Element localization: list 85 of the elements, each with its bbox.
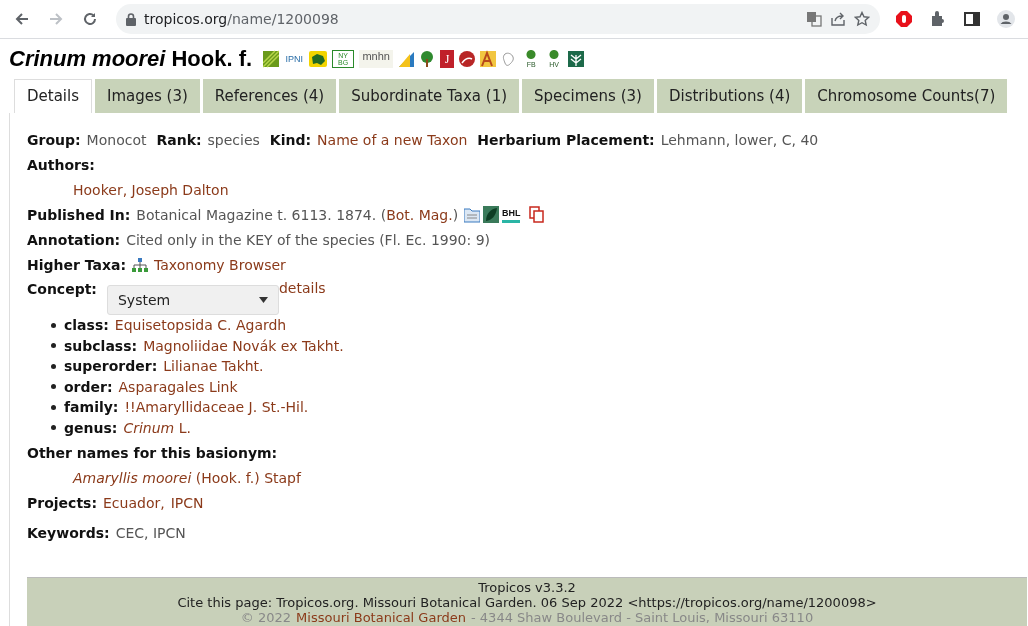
- link[interactable]: Magnoliidae Novák ex Takht.: [143, 337, 344, 354]
- star-icon[interactable]: [854, 11, 870, 27]
- tab[interactable]: References (4): [202, 79, 337, 113]
- field-label: Higher Taxa:: [27, 256, 127, 273]
- copyright-text: - 4344 Shaw Boulevard - Saint Louis, Missouri 63110: [471, 610, 814, 625]
- field-label: superorder:: [64, 358, 158, 375]
- source-logo-icon[interactable]: [459, 50, 476, 68]
- field-label: Group:: [27, 131, 81, 148]
- source-logo-icon[interactable]: [263, 50, 280, 68]
- section-heading: Authors:: [27, 156, 95, 173]
- translate-icon[interactable]: [806, 11, 822, 27]
- link[interactable]: Taxonomy Browser: [154, 256, 286, 273]
- bullet: [51, 425, 56, 431]
- field-value: species: [207, 131, 260, 148]
- field-label: class:: [64, 317, 109, 334]
- field-value: Lehmann, lower, C, 40: [660, 131, 819, 148]
- source-logo-icon[interactable]: [480, 50, 497, 68]
- side-panel-icon[interactable]: [963, 10, 981, 28]
- value-text: Botanical Magazine t. 6113. 1874. (Bot. Mag.): [136, 206, 459, 223]
- link[interactable]: Equisetopsida C. Agardh: [114, 317, 287, 334]
- link[interactable]: Crinum L.: [123, 419, 191, 436]
- hierarchy-icon: [132, 257, 149, 272]
- reload-icon[interactable]: [82, 11, 98, 27]
- link[interactable]: Missouri Botanical Garden: [296, 610, 466, 625]
- tab[interactable]: Details: [14, 79, 92, 113]
- field-label: Herbarium Placement:: [477, 131, 655, 148]
- link[interactable]: Bot. Mag.: [386, 206, 453, 223]
- field-value: Cited only in the KEY of the species (Fl. Ec. 1990: 9): [126, 231, 491, 248]
- share-icon[interactable]: [830, 11, 846, 27]
- bullet: [51, 363, 56, 369]
- field-label: Projects:: [27, 494, 97, 511]
- field-label: subclass:: [64, 337, 138, 354]
- field-label: order:: [64, 378, 113, 395]
- stop-sign-icon[interactable]: [895, 10, 913, 28]
- link[interactable]: Amaryllis moorei (Hook. f.) Stapf: [27, 469, 301, 486]
- field-label: family:: [64, 399, 119, 416]
- address-bar[interactable]: tropicos.org/name/1200098: [116, 4, 880, 34]
- link[interactable]: Asparagales Link: [118, 378, 238, 395]
- leaf-icon[interactable]: [483, 206, 500, 223]
- link[interactable]: Lilianae Takht.: [163, 358, 264, 375]
- field-label: Annotation:: [27, 231, 121, 248]
- tab[interactable]: Subordinate Taxa (1): [339, 79, 520, 113]
- field-label: Concept:: [27, 281, 97, 297]
- citation-text: Cite this page: Tropicos.org. Missouri Botanical Garden. 06 Sep 2022 <https://tropicos.org/name/1200098>: [177, 595, 877, 610]
- field-value: CEC, IPCN: [115, 524, 186, 541]
- url-text: tropicos.org/name/1200098: [144, 11, 339, 27]
- lock-icon: [126, 12, 136, 26]
- field-label: Kind:: [269, 131, 312, 148]
- extensions-icon[interactable]: [929, 10, 947, 28]
- bhl-logo[interactable]: BHL: [502, 206, 521, 223]
- tab[interactable]: Specimens (3): [522, 79, 654, 113]
- tab[interactable]: Chromosome Counts(7): [805, 79, 1008, 113]
- tab[interactable]: Images (3): [95, 79, 200, 113]
- field-label: Published In:: [27, 206, 131, 223]
- section-heading: Other names for this basionym:: [27, 444, 278, 461]
- page-title: Crinum moorei Hook. f.: [9, 46, 253, 72]
- link[interactable]: Ecuador,: [103, 494, 165, 511]
- source-logo-icon[interactable]: [309, 50, 328, 68]
- source-logo[interactable]: IPNI: [284, 50, 305, 68]
- field-label: genus:: [64, 419, 118, 436]
- link[interactable]: Hooker, Joseph Dalton: [27, 181, 229, 198]
- field-label: Keywords:: [27, 524, 110, 541]
- field-label: Rank:: [156, 131, 202, 148]
- details-link[interactable]: details: [278, 280, 326, 296]
- profile-icon[interactable]: [997, 10, 1015, 28]
- source-logo[interactable]: mnhn: [359, 50, 394, 68]
- source-logo-icon[interactable]: [419, 50, 436, 68]
- bullet: [51, 384, 56, 390]
- concept-dropdown[interactable]: System: [106, 285, 279, 315]
- tab[interactable]: Distributions (4): [656, 79, 803, 113]
- bullet: [51, 343, 56, 349]
- caret-icon: [258, 297, 268, 303]
- copy-icon[interactable]: [529, 206, 546, 223]
- version-text: Tropicos v3.3.2: [478, 580, 576, 595]
- source-logo-icon[interactable]: [568, 50, 585, 68]
- source-logo[interactable]: J: [440, 50, 455, 68]
- copyright-text: © 2022: [240, 610, 292, 625]
- link[interactable]: Name of a new Taxon: [317, 131, 468, 148]
- source-logo-icon[interactable]: [398, 50, 415, 68]
- link[interactable]: IPCN: [170, 494, 204, 511]
- field-value: Monocot: [86, 131, 147, 148]
- back-icon[interactable]: [14, 11, 30, 27]
- link[interactable]: !!Amaryllidaceae J. St.-Hil.: [124, 399, 309, 416]
- bullet: [51, 404, 56, 410]
- bullet: [51, 322, 56, 328]
